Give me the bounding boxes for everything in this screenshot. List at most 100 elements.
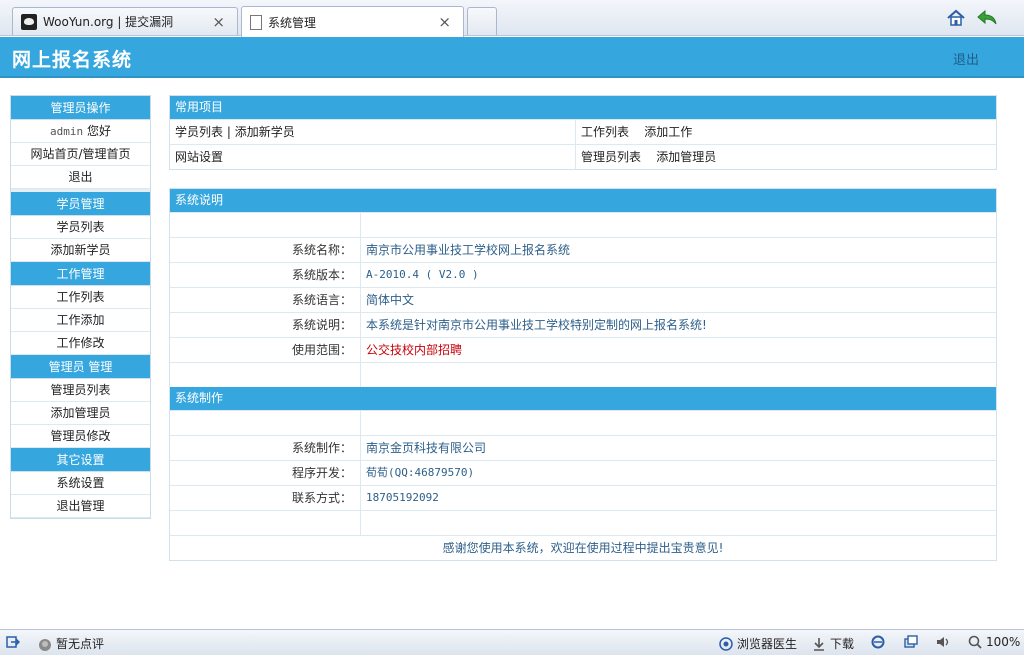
add-job-link[interactable]: 添加工作: [644, 125, 692, 139]
sidebar-item-add-job[interactable]: 工作添加: [11, 309, 150, 332]
sidebar: 管理员操作 admin 您好 网站首页/管理首页 退出 学员管理 学员列表 添加…: [10, 95, 151, 519]
row-label: 程序开发：: [170, 461, 361, 485]
new-tab-button[interactable]: [467, 7, 497, 35]
add-admin-link[interactable]: 添加管理员: [656, 150, 716, 164]
row-label: 系统版本：: [170, 263, 361, 287]
table-row: [170, 212, 996, 237]
table-row: 系统名称： 南京市公用事业技工学校网上报名系统: [170, 237, 996, 262]
table-row: 联系方式： 18705192092: [170, 485, 996, 510]
table-row: [170, 362, 996, 387]
thanks-footer: 感谢您使用本系统，欢迎在使用过程中提出宝贵意见!: [170, 535, 996, 560]
table-row: 使用范围： 公交技校内部招聘: [170, 337, 996, 362]
row-value: 荀荀(QQ:46879570): [366, 466, 475, 479]
sidebar-section-admin-ops: 管理员操作: [11, 96, 150, 120]
job-list-link[interactable]: 工作列表: [581, 125, 629, 139]
add-student-link[interactable]: 添加新学员: [235, 125, 295, 139]
back-arrow-icon[interactable]: [976, 9, 998, 27]
system-info-panel: 系统说明 系统名称： 南京市公用事业技工学校网上报名系统 系统版本： A-201…: [169, 188, 997, 561]
download-icon: [814, 637, 824, 651]
sidebar-item-student-list[interactable]: 学员列表: [11, 216, 150, 239]
page-icon: [250, 14, 262, 30]
sidebar-section-other: 其它设置: [11, 448, 150, 472]
row-label: [170, 511, 361, 535]
sidebar-item-edit-job[interactable]: 工作修改: [11, 332, 150, 355]
admin-list-link[interactable]: 管理员列表: [581, 150, 641, 164]
greeting: 您好: [86, 124, 111, 138]
row-value: 公交技校内部招聘: [366, 343, 463, 357]
row-label: 使用范围：: [170, 338, 361, 362]
speaker-icon[interactable]: [936, 635, 954, 649]
sidebar-item-system-settings[interactable]: 系统设置: [11, 472, 150, 495]
common-items-panel: 常用项目 学员列表 | 添加新学员 工作列表 添加工作 网站设置 管理员列表 添…: [169, 95, 997, 170]
username: admin: [50, 125, 84, 138]
sidebar-item-home[interactable]: 网站首页/管理首页: [11, 143, 150, 166]
browser-tab-bar: WooYun.org | 提交漏洞 × 系统管理 ×: [0, 0, 1024, 37]
sidebar-section-admins: 管理员 管理: [11, 355, 150, 379]
browser-status-bar: 暂无点评 浏览器医生 下载 100%: [0, 629, 1024, 655]
zoom-level: 100%: [986, 635, 1021, 649]
doctor-label: 浏览器医生: [737, 637, 798, 651]
table-row: 程序开发： 荀荀(QQ:46879570): [170, 460, 996, 485]
close-icon[interactable]: ×: [438, 13, 451, 31]
row-value: 南京市公用事业技工学校网上报名系统: [366, 243, 571, 257]
quick-cell: 工作列表 添加工作: [576, 120, 996, 144]
close-icon[interactable]: ×: [212, 13, 225, 31]
row-value: 南京金页科技有限公司: [366, 441, 487, 455]
tab-label: WooYun.org | 提交漏洞: [43, 15, 174, 29]
row-value: [361, 213, 996, 237]
table-row: 系统说明： 本系统是针对南京市公用事业技工学校特别定制的网上报名系统!: [170, 312, 996, 337]
page-title: 网上报名系统: [12, 49, 133, 71]
panel-title: 系统说明: [170, 189, 996, 212]
row-label: 系统说明：: [170, 313, 361, 337]
quick-cell: 学员列表 | 添加新学员: [170, 120, 576, 144]
site-settings-link[interactable]: 网站设置: [175, 150, 223, 164]
ie-icon[interactable]: [871, 635, 889, 649]
sidebar-item-add-student[interactable]: 添加新学员: [11, 239, 150, 262]
window-icon[interactable]: [904, 635, 922, 649]
table-row: 系统版本： A-2010.4 ( V2.0 ): [170, 262, 996, 287]
table-row: [170, 510, 996, 535]
student-list-link[interactable]: 学员列表: [175, 125, 223, 139]
tab-label: 系统管理: [268, 15, 317, 30]
sidebar-item-exit-admin[interactable]: 退出管理: [11, 495, 150, 518]
row-label: [170, 213, 361, 237]
sidebar-item-edit-admin[interactable]: 管理员修改: [11, 425, 150, 448]
panel-title: 系统制作: [170, 387, 996, 410]
sidebar-item-admin-list[interactable]: 管理员列表: [11, 379, 150, 402]
shield-icon: [719, 636, 733, 651]
row-value: [361, 363, 996, 387]
row-value: 本系统是针对南京市公用事业技工学校特别定制的网上报名系统!: [366, 318, 707, 332]
quick-cell: 管理员列表 添加管理员: [576, 145, 996, 169]
browser-tab-admin[interactable]: 系统管理 ×: [241, 6, 464, 37]
row-value: [361, 511, 996, 535]
panel-title: 常用项目: [170, 96, 996, 119]
wooyun-logo-icon: [21, 13, 37, 30]
sidebar-item-logout[interactable]: 退出: [11, 166, 150, 189]
comment-status[interactable]: 暂无点评: [38, 635, 104, 652]
row-label: 系统语言：: [170, 288, 361, 312]
row-label: [170, 363, 361, 387]
row-label: 系统制作：: [170, 436, 361, 460]
sidebar-user-greeting: admin 您好: [11, 120, 150, 143]
browser-tab-wooyun[interactable]: WooYun.org | 提交漏洞 ×: [12, 7, 238, 35]
exit-icon[interactable]: [6, 635, 24, 649]
quick-row: 网站设置 管理员列表 添加管理员: [170, 144, 996, 169]
sidebar-item-add-admin[interactable]: 添加管理员: [11, 402, 150, 425]
comment-icon: [39, 638, 51, 651]
table-row: 系统制作： 南京金页科技有限公司: [170, 435, 996, 460]
row-value: [361, 411, 996, 435]
quick-row: 学员列表 | 添加新学员 工作列表 添加工作: [170, 119, 996, 144]
home-icon[interactable]: [946, 9, 966, 27]
download-button[interactable]: 下载: [812, 635, 854, 652]
download-label: 下载: [830, 637, 855, 651]
app-header: 网上报名系统 退出: [0, 37, 1024, 78]
zoom-icon: [968, 635, 982, 649]
row-value: A-2010.4 ( V2.0 ): [366, 268, 479, 281]
browser-doctor-button[interactable]: 浏览器医生: [719, 635, 797, 652]
comment-label: 暂无点评: [56, 637, 105, 651]
link-separator: |: [226, 125, 231, 139]
zoom-control[interactable]: 100%: [968, 635, 1020, 649]
logout-link[interactable]: 退出: [953, 49, 979, 68]
sidebar-item-job-list[interactable]: 工作列表: [11, 286, 150, 309]
row-label: 系统名称：: [170, 238, 361, 262]
